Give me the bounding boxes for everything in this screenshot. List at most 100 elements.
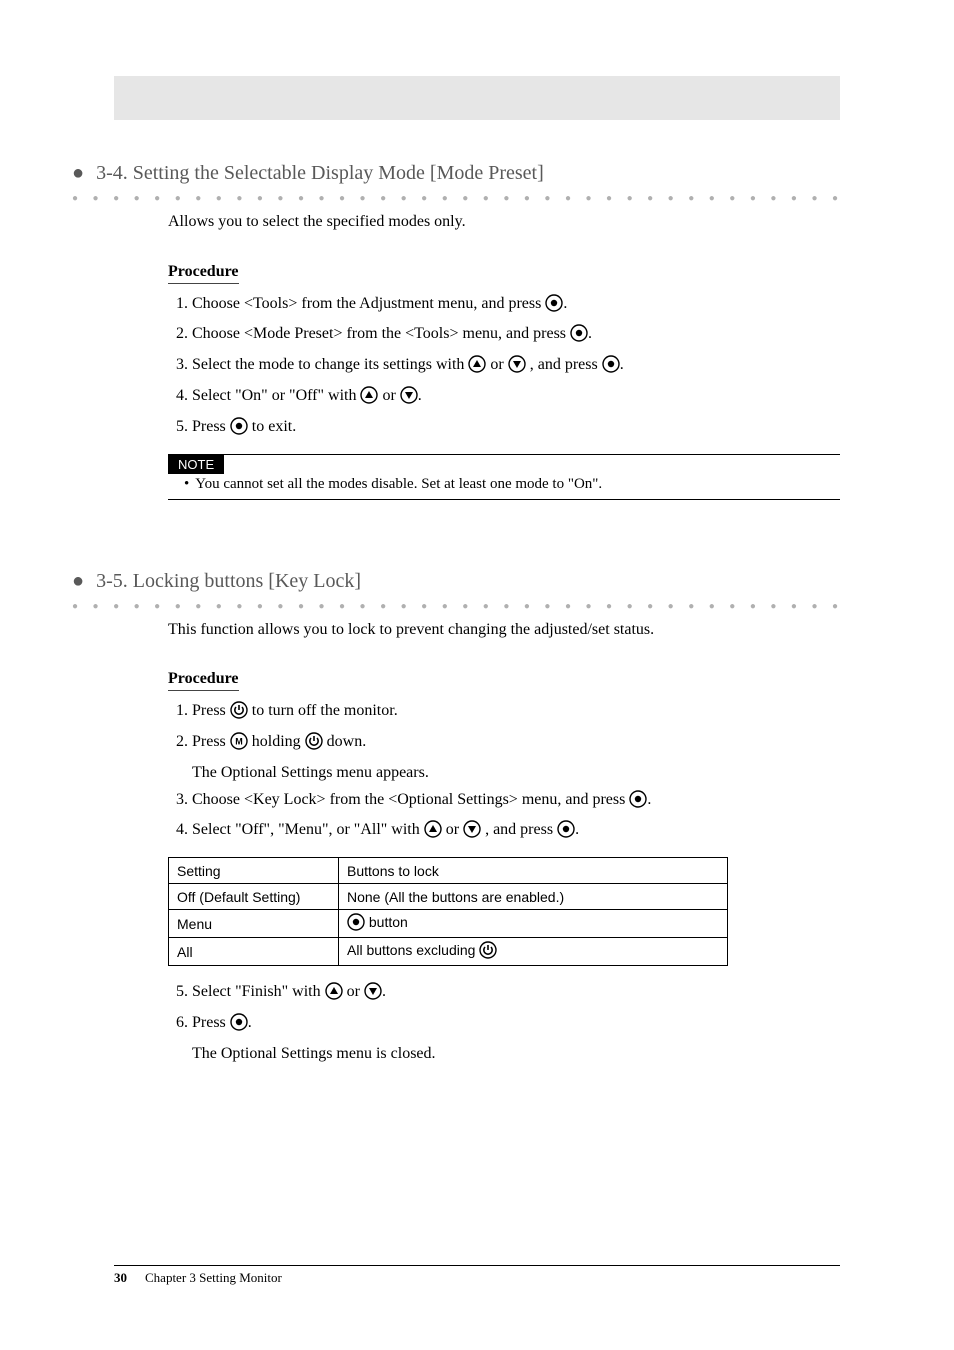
note-rule [168,454,840,455]
step-text: to exit. [252,418,296,435]
procedure-label: Procedure [168,263,239,284]
or-text: or [490,356,507,373]
step-5: Press to exit. [192,415,840,444]
footer-chapter: Chapter 3 Setting Monitor [145,1270,282,1286]
bullet-icon: • [184,476,189,492]
step-2: Press M holding down. The Optional Setti… [192,730,840,786]
section-title-text: 3-4. Setting the Selectable Display Mode… [96,162,544,184]
step-text: holding [252,733,305,750]
step-4: Select "On" or "Off" with or . [192,384,840,413]
or-text: or [446,821,463,838]
table-row: Menu button [169,910,728,938]
enter-icon [557,820,575,847]
step-6: Press . The Optional Settings menu is cl… [192,1011,840,1067]
th-setting: Setting [169,858,339,884]
power-icon [305,732,323,759]
step-text: . [620,356,624,373]
up-icon [325,982,343,1009]
step-4: Select "Off", "Menu", or "All" with or ,… [192,818,840,847]
step-text: . [248,1014,252,1031]
step-text: down. [327,733,367,750]
step-text: . [418,387,422,404]
procedure-steps-key-lock-cont: Select "Finish" with or . Press . The Op… [192,980,840,1066]
page-footer: 30 Chapter 3 Setting Monitor [114,1265,840,1286]
step-5: Select "Finish" with or . [192,980,840,1009]
step-sub: The Optional Settings menu is closed. [192,1042,840,1067]
step-text: Press [192,702,230,719]
separator-dots: ● ● ● ● ● ● ● ● ● ● ● ● ● ● ● ● ● ● ● ● … [72,193,840,201]
step-text: Select "Off", "Menu", or "All" with [192,821,424,838]
step-text: Press [192,1014,230,1031]
table-row: Off (Default Setting) None (All the butt… [169,884,728,910]
up-icon [468,355,486,382]
cell-text: All buttons excluding [347,942,479,958]
power-icon [230,701,248,728]
step-1: Choose <Tools> from the Adjustment menu,… [192,292,840,321]
step-text: Choose <Key Lock> from the <Optional Set… [192,791,629,808]
down-icon [508,355,526,382]
section-title-text: 3-5. Locking buttons [Key Lock] [96,570,361,592]
enter-icon [230,417,248,444]
enter-icon [230,1013,248,1040]
th-lock: Buttons to lock [339,858,728,884]
note-block: NOTE • You cannot set all the modes disab… [168,454,840,500]
procedure-steps-mode-preset: Choose <Tools> from the Adjustment menu,… [192,292,840,444]
power-icon [479,941,497,962]
step-text: Select the mode to change its settings w… [192,356,468,373]
note-text: You cannot set all the modes disable. Se… [195,476,602,492]
or-text: or [347,983,364,1000]
step-sub: The Optional Settings menu appears. [192,761,840,786]
cell-setting: Off (Default Setting) [169,884,339,910]
table-row: All All buttons excluding [169,938,728,966]
enter-icon [570,324,588,351]
note-label: NOTE [168,455,224,474]
step-text: . [382,983,386,1000]
bullet-icon: ● [72,570,84,592]
enter-icon [347,913,365,934]
step-text: . [588,325,592,342]
cell-setting: Menu [169,910,339,938]
step-text: Choose <Mode Preset> from the <Tools> me… [192,325,570,342]
enter-icon [545,294,563,321]
table-header-row: Setting Buttons to lock [169,858,728,884]
down-icon [463,820,481,847]
down-icon [400,386,418,413]
step-text: to turn off the monitor. [252,702,398,719]
down-icon [364,982,382,1009]
step-text: Choose <Tools> from the Adjustment menu,… [192,295,545,312]
up-icon [360,386,378,413]
section-title-key-lock: ● 3-5. Locking buttons [Key Lock] [72,570,840,593]
cell-lock: None (All the buttons are enabled.) [339,884,728,910]
step-text: Select "Finish" with [192,983,325,1000]
separator-dots: ● ● ● ● ● ● ● ● ● ● ● ● ● ● ● ● ● ● ● ● … [72,601,840,609]
or-text: or [382,387,399,404]
step-text: . [647,791,651,808]
step-1: Press to turn off the monitor. [192,699,840,728]
procedure-label: Procedure [168,670,239,691]
step-text: . [575,821,579,838]
cell-setting: All [169,938,339,966]
page-number: 30 [114,1270,127,1286]
note-body: • You cannot set all the modes disable. S… [168,474,840,499]
section-intro: This function allows you to lock to prev… [168,619,840,641]
step-3: Select the mode to change its settings w… [192,353,840,382]
svg-text:M: M [235,736,243,746]
step-text: . [563,295,567,312]
step-text: Select "On" or "Off" with [192,387,360,404]
key-lock-table: Setting Buttons to lock Off (Default Set… [168,857,728,966]
mode-icon: M [230,732,248,759]
up-icon [424,820,442,847]
enter-icon [629,790,647,817]
cell-lock: All buttons excluding [339,938,728,966]
step-text: , and press [485,821,557,838]
section-intro: Allows you to select the specified modes… [168,211,840,233]
section-title-mode-preset: ● 3-4. Setting the Selectable Display Mod… [72,162,840,185]
step-2: Choose <Mode Preset> from the <Tools> me… [192,322,840,351]
enter-icon [602,355,620,382]
step-text: , and press [530,356,602,373]
procedure-steps-key-lock: Press to turn off the monitor. Press M h… [192,699,840,847]
bullet-icon: ● [72,162,84,184]
cell-lock: button [339,910,728,938]
step-text: Press [192,733,230,750]
step-3: Choose <Key Lock> from the <Optional Set… [192,788,840,817]
